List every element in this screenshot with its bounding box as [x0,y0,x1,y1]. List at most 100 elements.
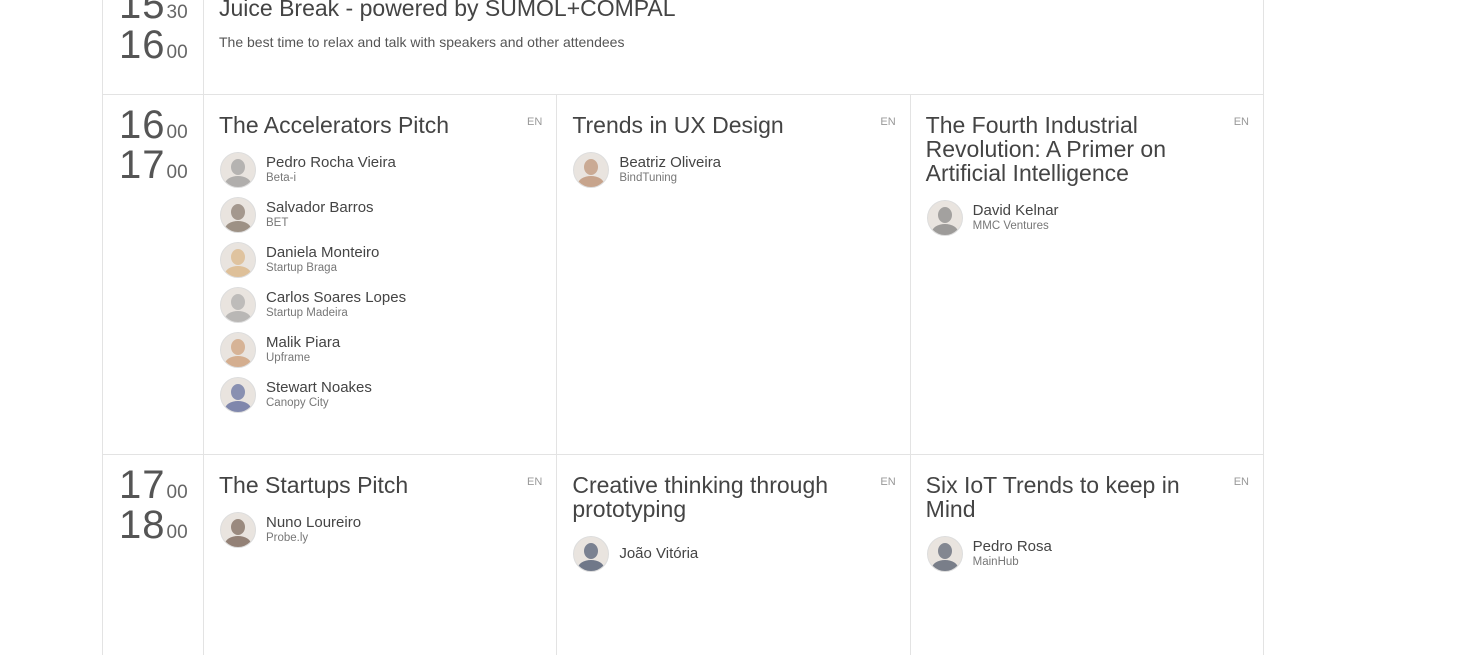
avatar-face-shape [231,383,245,400]
speaker-info: Stewart Noakes Canopy City [266,379,372,410]
speaker-avatar[interactable] [220,376,256,413]
session-title[interactable]: Trends in UX Design [572,113,894,137]
session-card[interactable]: EN Trends in UX Design Beatriz Oliveira Bin… [557,95,911,454]
avatar-face-shape [584,158,599,175]
end-time: 1800 [119,503,188,547]
speaker-company: Startup Braga [266,261,337,274]
speaker-avatar[interactable] [573,151,610,188]
speaker-info: Malik Piara Upframe [266,334,340,365]
speaker-item[interactable]: Pedro Rocha Vieira Beta-i [219,147,541,192]
avatar-body-shape [578,175,605,187]
speaker-item[interactable]: Nuno Loureiro Probe.ly [219,507,541,552]
session-card[interactable]: EN Six IoT Trends to keep in Mind Pedro Ro… [911,455,1263,655]
speaker-name[interactable]: Salvador Barros [266,199,374,216]
speaker-item[interactable]: David Kelnar MMC Ventures [926,195,1248,240]
speaker-avatar[interactable] [926,535,963,572]
avatar-body-shape [225,220,251,232]
speaker-item[interactable]: Carlos Soares Lopes Startup Madeira [219,282,541,327]
end-time: 1600 [119,23,188,67]
time-column: 1600 1700 [103,95,204,454]
speaker-name[interactable]: Nuno Loureiro [266,514,361,531]
speaker-name[interactable]: Beatriz Oliveira [619,154,721,171]
speaker-name[interactable]: Daniela Monteiro [266,244,379,261]
speaker-avatar[interactable] [220,196,256,233]
avatar-body-shape [225,265,251,277]
speaker-info: David Kelnar MMC Ventures [972,202,1059,233]
avatar-body-shape [578,559,605,571]
session-title[interactable]: Creative thinking through prototyping [572,473,894,521]
speaker-info: Pedro Rocha Vieira Beta-i [266,154,396,185]
speaker-company: Canopy City [266,396,329,409]
session-title[interactable]: The Fourth Industrial Revolution: A Prim… [926,113,1248,185]
speaker-item[interactable]: Beatriz Oliveira BindTuning [572,147,894,192]
speaker-name[interactable]: David Kelnar [973,202,1059,219]
speaker-company: MMC Ventures [972,219,1049,232]
language-badge: EN [527,476,543,488]
speaker-item[interactable]: Pedro Rosa MainHub [926,531,1248,576]
speaker-company: Startup Madeira [266,306,348,319]
session-title[interactable]: The Accelerators Pitch [219,113,541,137]
avatar-body-shape [931,559,958,571]
speaker-company: Probe.ly [266,531,309,544]
language-badge: EN [880,476,896,488]
speaker-item[interactable]: Malik Piara Upframe [219,327,541,372]
avatar-body-shape [225,355,251,367]
speaker-avatar[interactable] [926,199,963,236]
speaker-name[interactable]: João Vitória [619,545,698,562]
schedule-row: 1700 1800 EN The Startups Pitch Nuno Loure… [103,455,1263,655]
speaker-item[interactable]: Salvador Barros BET [219,192,541,237]
avatar-body-shape [225,175,251,187]
speaker-item[interactable]: Daniela Monteiro Startup Braga [219,237,541,282]
start-time: 1530 [119,0,188,27]
avatar-face-shape [231,518,245,535]
session-card[interactable]: EN Creative thinking through prototyping J… [557,455,911,655]
avatar-face-shape [937,206,952,223]
avatar-body-shape [225,400,251,412]
speaker-info: Carlos Soares Lopes Startup Madeira [266,289,406,320]
speaker-company: BindTuning [619,171,678,184]
schedule-row: 1600 1700 EN The Accelerators Pitch Pedro … [103,95,1263,455]
speaker-avatar[interactable] [220,331,256,368]
speaker-company: Beta-i [266,171,297,184]
language-badge: EN [880,116,896,128]
speaker-info: Daniela Monteiro Startup Braga [266,244,379,275]
session-title[interactable]: The Startups Pitch [219,473,541,497]
speaker-company: Upframe [266,351,311,364]
session-card[interactable]: EN The Accelerators Pitch Pedro Rocha Viei… [204,95,558,454]
end-time: 1700 [119,143,188,187]
time-column: 1700 1800 [103,455,204,655]
session-title[interactable]: Six IoT Trends to keep in Mind [926,473,1248,521]
avatar-face-shape [231,158,245,175]
speaker-info: Beatriz Oliveira BindTuning [619,154,721,185]
avatar-face-shape [231,203,245,220]
speaker-info: Salvador Barros BET [266,199,374,230]
session-card[interactable]: EN The Fourth Industrial Revolution: A Pr… [911,95,1263,454]
speaker-item[interactable]: João Vitória [572,531,894,576]
time-column: 1530 1600 [103,0,204,94]
speaker-avatar[interactable] [220,151,256,188]
break-description: The best time to relax and talk with spe… [219,34,625,50]
speaker-name[interactable]: Pedro Rosa [973,538,1052,555]
break-title: Juice Break - powered by SUMOL+COMPAL [219,0,676,21]
break-slot: Juice Break - powered by SUMOL+COMPAL Th… [204,0,1263,94]
speaker-avatar[interactable] [220,286,256,323]
speaker-name[interactable]: Pedro Rocha Vieira [266,154,396,171]
speaker-avatar[interactable] [573,535,610,572]
speaker-item[interactable]: Stewart Noakes Canopy City [219,372,541,417]
avatar-face-shape [231,248,245,265]
avatar-face-shape [231,338,245,355]
speaker-name[interactable]: Malik Piara [266,334,340,351]
avatar-body-shape [225,310,251,322]
session-card[interactable]: EN The Startups Pitch Nuno Loureiro Probe.l… [204,455,558,655]
language-badge: EN [527,116,543,128]
start-time: 1600 [119,103,188,147]
schedule-row: 1530 1600 Juice Break - powered by SUMOL… [103,0,1263,95]
speaker-name[interactable]: Carlos Soares Lopes [266,289,406,306]
speaker-avatar[interactable] [220,511,256,548]
avatar-face-shape [231,293,245,310]
start-time: 1700 [119,463,188,507]
speaker-avatar[interactable] [220,241,256,278]
speaker-name[interactable]: Stewart Noakes [266,379,372,396]
language-badge: EN [1233,476,1249,488]
avatar-face-shape [937,542,952,559]
